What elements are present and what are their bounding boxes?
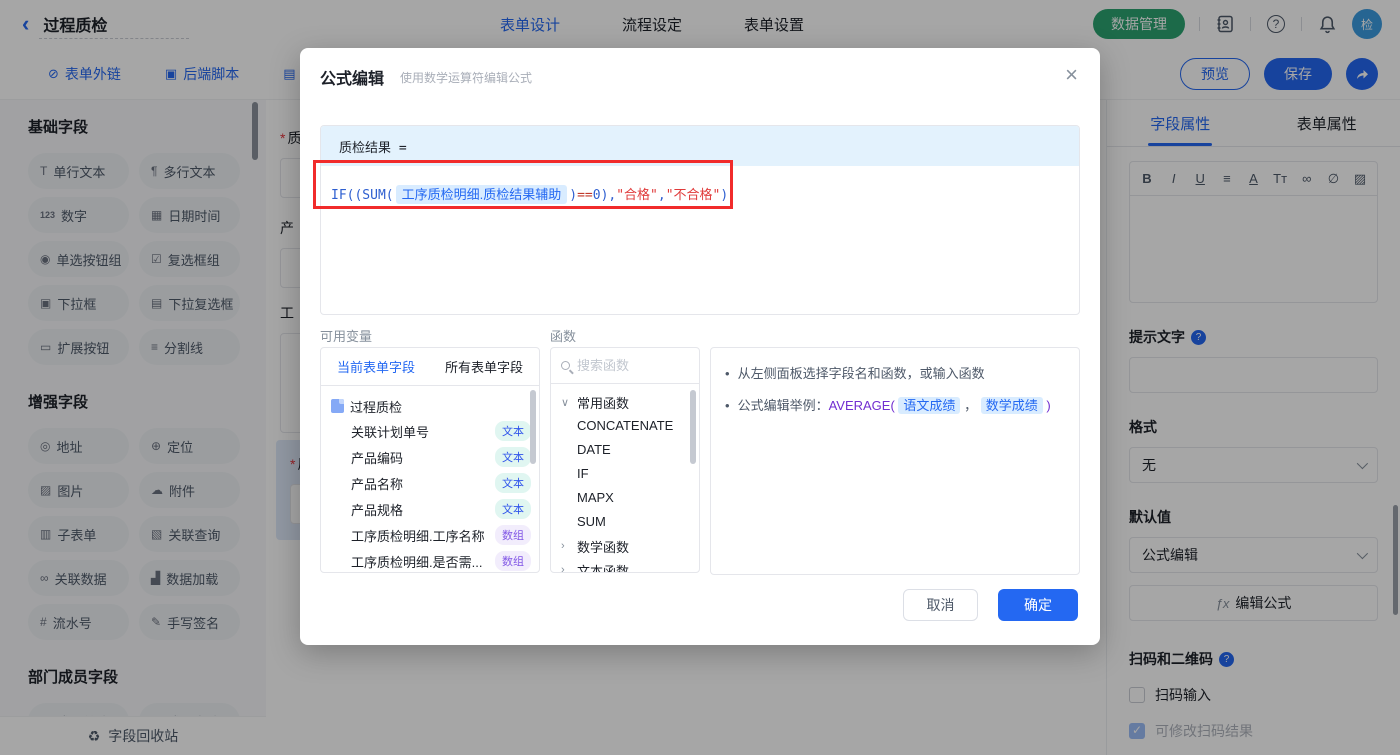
formula-field-token[interactable]: 工序质检明细.质检结果辅助: [395, 185, 568, 204]
type-badge: 文本: [495, 447, 531, 467]
function-item-concatenate[interactable]: CONCATENATE: [561, 414, 695, 438]
tab-all-form-fields[interactable]: 所有表单字段: [445, 357, 523, 376]
formula-number: 0: [592, 188, 601, 203]
screen: ‹ 过程质检 表单设计 流程设定 表单设置 数据管理 ? 检 ⊘ 表单外链 ▣ …: [0, 0, 1400, 755]
type-badge: 文本: [495, 499, 531, 519]
formula-part: IF((SUM(: [331, 188, 394, 203]
variable-row[interactable]: 产品编码 文本: [331, 444, 533, 470]
chevron-expanded-icon: ∨: [561, 396, 570, 409]
type-badge: 文本: [495, 421, 531, 441]
tab-current-form-fields[interactable]: 当前表单字段: [337, 357, 415, 376]
formula-part: ): [720, 188, 729, 203]
function-group-text[interactable]: › 文本函数: [561, 558, 695, 573]
example-function: AVERAGE(: [828, 398, 895, 413]
example-token: 数学成绩: [980, 397, 1043, 414]
function-item-sum[interactable]: SUM: [561, 510, 695, 534]
search-icon: [561, 361, 570, 370]
help-tip-2: • 公式编辑举例：AVERAGE( 语文成绩 ， 数学成绩 ): [725, 397, 1051, 414]
cancel-button[interactable]: 取消: [903, 589, 978, 621]
formula-help-panel: • 从左侧面板选择字段名和函数，或输入函数 • 公式编辑举例：AVERAGE( 语文…: [710, 347, 1080, 575]
functions-scrollbar-thumb[interactable]: [690, 390, 696, 464]
variable-row[interactable]: 工序质检明细.是否需... 数组: [331, 548, 533, 572]
available-variables-label: 可用变量: [320, 329, 373, 344]
variables-panel: 当前表单字段 所有表单字段 过程质检 关联计划单号 文本 产品编码 文本 产品名称文…: [320, 347, 540, 573]
chevron-collapsed-icon: ›: [561, 540, 565, 552]
function-item-date[interactable]: DATE: [561, 438, 695, 462]
type-badge: 文本: [495, 473, 531, 493]
variable-row[interactable]: 工序质检明细.工序名称 数组: [331, 522, 533, 548]
modal-footer: 取消 确定: [903, 589, 1078, 621]
variable-row[interactable]: 产品名称 文本: [331, 470, 533, 496]
variables-tree: 过程质检 关联计划单号 文本 产品编码 文本 产品名称 文本 产品规格 文本 工序质检明…: [321, 386, 539, 572]
function-group-math[interactable]: › 数学函数: [561, 534, 695, 558]
functions-panel: ∨常用函数 CONCATENATE DATE IF MAPX SUM ›数学函数…: [550, 347, 700, 573]
formula-operator: ==: [577, 188, 593, 203]
modal-header: 公式编辑 使用数学运算符编辑公式: [300, 48, 1100, 106]
variables-tabs: 当前表单字段 所有表单字段: [321, 348, 539, 386]
type-badge: 数组: [495, 551, 531, 571]
confirm-button[interactable]: 确定: [998, 589, 1078, 621]
formula-part: ),: [600, 188, 617, 203]
chevron-collapsed-icon: ›: [561, 564, 565, 573]
functions-label: 函数: [550, 329, 577, 344]
formula-part: ): [569, 188, 578, 203]
variable-row[interactable]: 产品规格 文本: [331, 496, 533, 522]
function-search-input[interactable]: [577, 358, 677, 373]
help-tip-1: • 从左侧面板选择字段名和函数，或输入函数: [725, 366, 985, 381]
formula-result-prefix: 质检结果 =: [321, 126, 1079, 166]
variables-scrollbar-thumb[interactable]: [530, 390, 536, 464]
function-list: ∨ 常用函数 CONCATENATE DATE IF MAPX SUM › 数学函数…: [551, 384, 699, 573]
close-icon[interactable]: ×: [1065, 64, 1078, 86]
formula-editor-modal: 公式编辑 使用数学运算符编辑公式 × 质检结果 = IF((SUM(工序质检明细…: [300, 48, 1100, 645]
form-doc-icon: [331, 399, 344, 413]
modal-subtitle: 使用数学运算符编辑公式: [400, 70, 533, 85]
formula-string: "合格": [616, 188, 658, 203]
function-search[interactable]: [551, 348, 699, 384]
function-item-mapx[interactable]: MAPX: [561, 486, 695, 510]
tree-root-form[interactable]: 过程质检: [331, 394, 533, 418]
formula-expression[interactable]: IF((SUM(工序质检明细.质检结果辅助)==0),"合格","不合格"): [321, 166, 1079, 221]
function-item-if[interactable]: IF: [561, 462, 695, 486]
type-badge: 数组: [495, 525, 531, 545]
function-group-common[interactable]: ∨ 常用函数: [561, 390, 695, 414]
formula-editor-box[interactable]: 质检结果 = IF((SUM(工序质检明细.质检结果辅助)==0),"合格","…: [320, 125, 1080, 315]
formula-part: ,: [657, 188, 666, 203]
formula-string: "不合格": [665, 188, 721, 203]
example-token: 语文成绩: [898, 397, 961, 414]
variable-row[interactable]: 关联计划单号 文本: [331, 418, 533, 444]
modal-title: 公式编辑: [320, 71, 385, 88]
